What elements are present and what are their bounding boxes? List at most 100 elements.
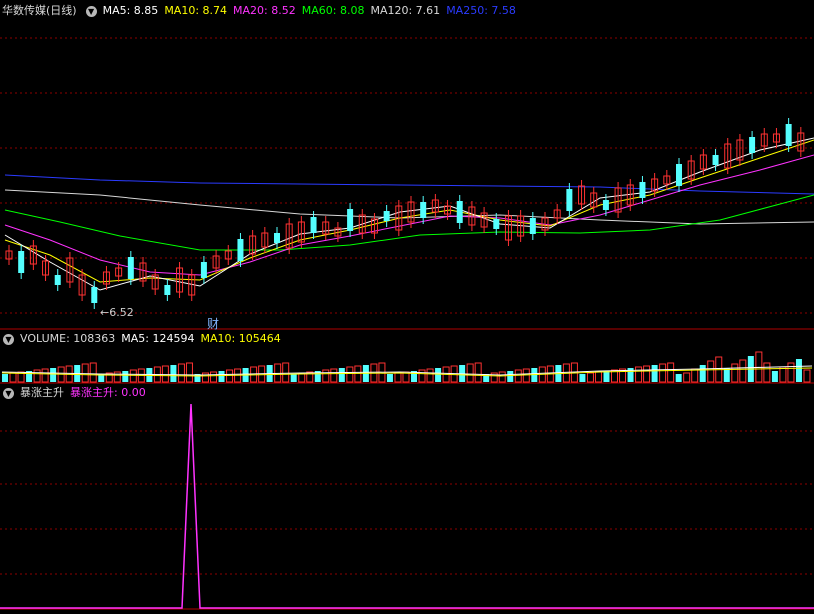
volume-bar [507,371,514,382]
volume-bar [418,369,426,383]
volume-bar [338,368,345,382]
volume-bar [435,368,442,382]
ma60-label: MA60: 8.08 [301,4,365,17]
volume-bar [466,363,474,383]
ma250-label: MA250: 7.58 [446,4,516,17]
candle-body [127,257,134,279]
indicator-legend: ▼ 暴涨主升 暴涨主升: 0.00 [0,385,146,401]
ma10-label: MA10: 8.74 [164,4,228,17]
volume-bar [659,363,667,383]
candle-body [18,251,25,273]
volume-bar [667,362,675,383]
volume-bar [394,372,402,383]
volume-title: VOLUME: 108363 [20,332,116,345]
volume-bars [1,351,813,383]
volume-bar [113,371,121,383]
volume-bar [498,371,506,383]
volume-bar [514,369,522,383]
grid-lines [0,37,814,610]
volume-bar [643,365,651,383]
candle-body [237,239,244,261]
candle-body [529,218,536,234]
volume-bar [426,368,434,383]
volume-bar [41,368,49,383]
financial-report-marker[interactable]: 财 [207,315,219,332]
candle-body [274,233,280,243]
candle-body [383,211,390,221]
stock-title: 华数传媒(日线) [2,4,77,17]
volume-bar [33,369,41,383]
volume-bar [50,368,57,382]
ma250-line [4,174,814,195]
volume-bar [282,362,290,383]
chevron-down-icon[interactable]: ▼ [3,387,14,399]
volume-ma10-label: MA10: 105464 [200,332,281,345]
volume-bar [386,374,393,382]
volume-bar [129,369,137,383]
candle-body [91,287,98,303]
volume-bar [723,368,730,382]
candle-body [200,262,207,278]
volume-bar [81,363,89,383]
volume-bar [330,368,338,383]
ma120-line [4,189,814,225]
indicator-title: 暴涨主升 [20,386,64,399]
volume-bar [771,371,778,382]
volume-bar [9,372,17,383]
candle-body [310,217,317,233]
volume-bar [210,371,218,383]
volume-bar [603,371,610,382]
ma120-label: MA120: 7.61 [370,4,441,17]
volume-bar [290,374,297,382]
volume-bar [683,372,691,383]
candle-body [785,124,792,146]
indicator-value-label: 暴涨主升: 0.00 [70,386,146,399]
chevron-down-icon[interactable]: ▼ [85,5,97,17]
volume-bar [795,359,802,382]
volume-bar [779,366,787,383]
candle-body [602,200,609,210]
candle-body [639,182,646,198]
arrow-left-icon: ← [100,306,110,319]
candle-body [456,201,463,223]
indicator-line [0,403,814,609]
ma20-line [4,154,814,276]
volume-bar [803,369,811,383]
volume-bar [89,362,97,383]
volume-bar [161,365,169,383]
volume-bar [579,374,586,382]
ma20-label: MA20: 8.52 [233,4,296,17]
chevron-down-icon[interactable]: ▼ [3,333,14,345]
volume-bar [586,372,594,383]
indicator-line [0,403,814,609]
volume-bar [177,363,185,383]
volume-bar [346,366,354,383]
candle-body [712,155,719,165]
candle-body [164,285,171,295]
volume-bar [787,362,795,383]
volume-bar [699,365,706,382]
candle-body [493,219,500,229]
volume-bar [185,362,193,383]
volume-bar [354,365,362,383]
volume-bar [218,371,225,382]
ma5-label: MA5: 8.85 [102,4,159,17]
volume-bar [322,369,330,383]
volume-bar [739,359,747,383]
candle-body [420,202,427,218]
volume-bar [170,365,177,382]
low-price-marker: ←6.52 [100,306,134,319]
volume-bar [707,360,715,383]
candle-body [676,164,682,186]
volume-bar [2,374,8,382]
price-legend: 华数传媒(日线) ▼ MA5: 8.85 MA10: 8.74 MA20: 8.… [0,3,516,19]
volume-bar [651,365,658,382]
volume-ma5-label: MA5: 124594 [121,332,195,345]
volume-bar [594,371,602,383]
candle-body [54,275,61,285]
volume-bar [691,368,699,383]
candle-body [566,189,573,211]
volume-bar [122,371,129,382]
volume-bar [731,363,739,383]
volume-bar [226,369,234,383]
